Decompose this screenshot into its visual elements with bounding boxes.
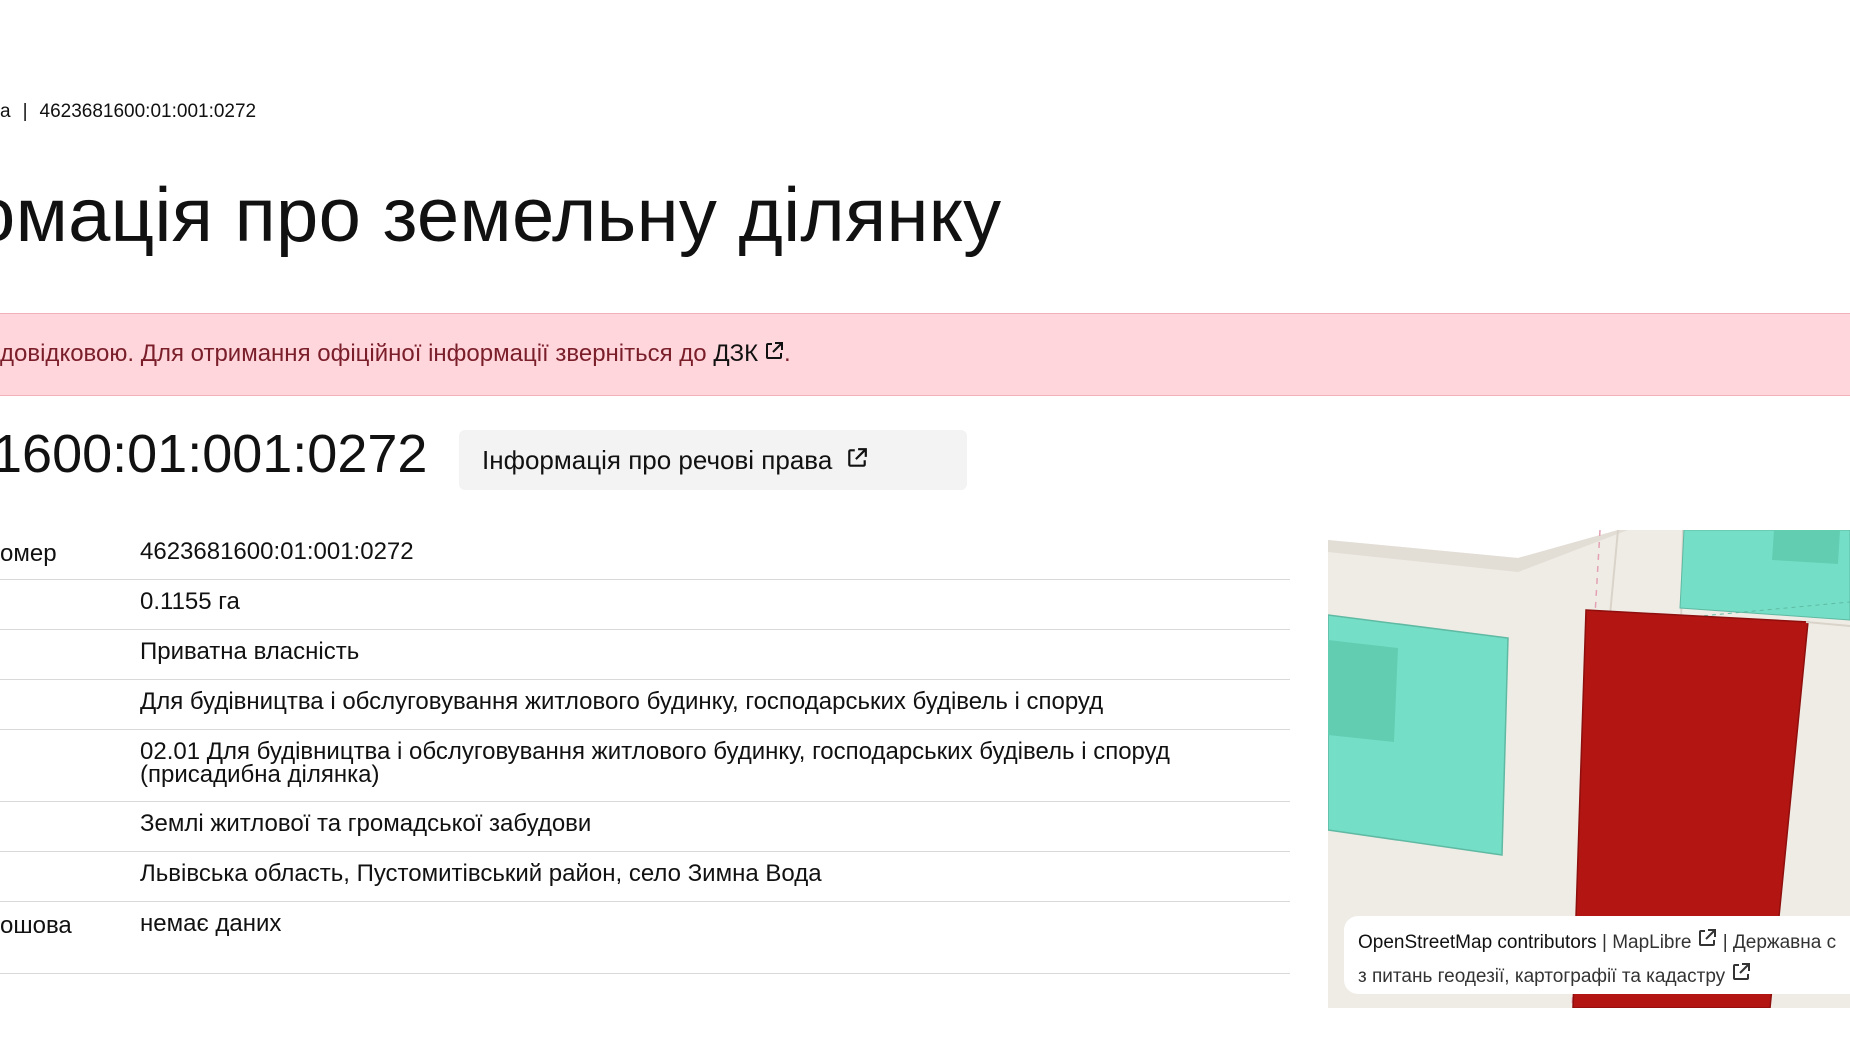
row-value: Приватна власність: [140, 638, 360, 665]
maplibre-link[interactable]: MapLibre: [1612, 929, 1717, 953]
alert-banner: довідковою. Для отримання офіційної інфо…: [0, 313, 1850, 396]
breadcrumb-separator: |: [22, 101, 28, 122]
external-link-icon: [846, 445, 868, 476]
row-value: Львівська область, Пустомитівський район…: [140, 860, 822, 887]
map-attribution: OpenStreetMap contributors | MapLibre | …: [1344, 916, 1850, 994]
breadcrumb-current: 4623681600:01:001:0272: [39, 101, 257, 122]
table-row: Землі житлової та громадської забудови: [0, 802, 1290, 852]
row-value: 4623681600:01:001:0272: [140, 538, 414, 565]
alert-text-before: довідковою. Для отримання офіційної інфо…: [0, 340, 714, 367]
map-building: [1328, 640, 1398, 742]
osm-link[interactable]: OpenStreetMap contributors: [1358, 932, 1597, 953]
table-row: Львівська область, Пустомитівський район…: [0, 852, 1290, 902]
dzk-link-label: ДЗК: [713, 340, 759, 367]
table-row: Приватна власність: [0, 630, 1290, 680]
breadcrumb-prev-link[interactable]: а: [0, 101, 11, 122]
agency-link-line1[interactable]: Державна с: [1733, 932, 1836, 953]
agency-link[interactable]: з питань геодезії, картографії та кадаст…: [1358, 963, 1751, 987]
external-link-icon: [1697, 926, 1717, 960]
row-value: 0.1155 га: [140, 588, 240, 615]
breadcrumb: а | 4623681600:01:001:0272: [0, 101, 256, 123]
row-value: немає даних: [140, 910, 282, 937]
table-row: 02.01 Для будівництва і обслуговування ж…: [0, 730, 1290, 802]
external-link-icon: [764, 340, 784, 368]
page-title: омація про земельну ділянку: [0, 173, 1002, 258]
table-row: ошова немає даних: [0, 902, 1290, 974]
dzk-link[interactable]: ДЗК: [713, 340, 784, 367]
agency-link-label: з питань геодезії, картографії та кадаст…: [1358, 966, 1726, 987]
attribution-separator: |: [1601, 932, 1607, 953]
cadastral-number-heading: 1600:01:001:0272: [0, 424, 428, 484]
row-label: ошова: [0, 912, 72, 939]
table-row: омер 4623681600:01:001:0272: [0, 530, 1290, 580]
property-rights-button[interactable]: Інформація про речові права: [459, 430, 967, 490]
row-label: омер: [0, 540, 57, 567]
alert-text-after: .: [784, 340, 791, 367]
map-building: [1772, 530, 1840, 564]
table-row: 0.1155 га: [0, 580, 1290, 630]
external-link-icon: [1731, 960, 1751, 994]
row-value: Для будівництва і обслуговування житлово…: [140, 688, 1104, 715]
parcel-info-table: омер 4623681600:01:001:0272 0.1155 га Пр…: [0, 530, 1290, 974]
alert-text: довідковою. Для отримання офіційної інфо…: [0, 340, 791, 368]
table-row: Для будівництва і обслуговування житлово…: [0, 680, 1290, 730]
maplibre-link-label: MapLibre: [1612, 932, 1692, 953]
map-boundary-line: [1805, 621, 1850, 627]
row-value: Землі житлової та громадської забудови: [140, 810, 592, 837]
attribution-separator: |: [1722, 932, 1728, 953]
property-rights-button-label: Інформація про речові права: [482, 444, 833, 475]
row-value: 02.01 Для будівництва і обслуговування ж…: [140, 738, 1170, 788]
